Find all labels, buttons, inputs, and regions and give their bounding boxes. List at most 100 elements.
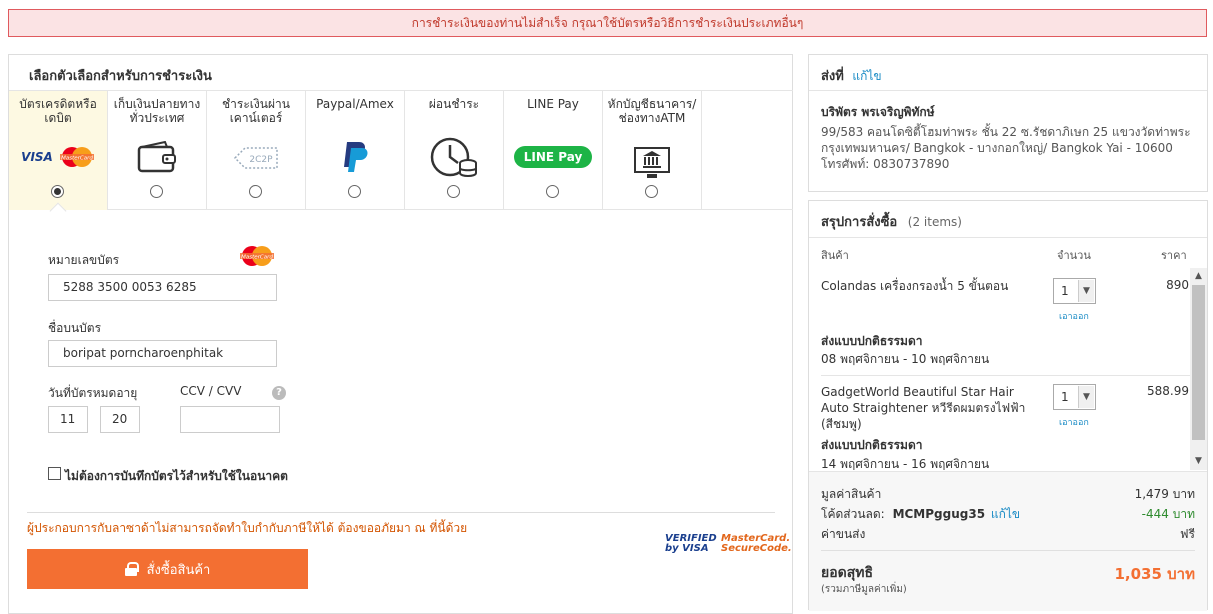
cvv-label: CCV / CVV bbox=[180, 384, 242, 398]
discount-label: โค้ดส่วนลด: bbox=[821, 507, 885, 521]
line-pay-badge: LINE Pay bbox=[513, 146, 593, 168]
radio-line-pay[interactable] bbox=[546, 185, 559, 198]
method-label: ผ่อนชำระ bbox=[428, 97, 480, 111]
quantity-value: 1 bbox=[1061, 284, 1069, 298]
secure-payment-badges: VERIFIED by VISA MasterCard. SecureCode. bbox=[665, 533, 792, 554]
summary-title: สรุปการสั่งซื้อ bbox=[821, 215, 898, 230]
method-label: บัตรเครดิตหรือเดบิต bbox=[19, 97, 97, 125]
cvv-help-icon[interactable]: ? bbox=[272, 386, 286, 400]
shipping-edit-link[interactable]: แก้ไข bbox=[852, 69, 881, 83]
method-label: หักบัญชีธนาคาร/ช่องทางATM bbox=[607, 97, 697, 125]
col-price: ราคา bbox=[1161, 249, 1187, 262]
payment-methods: บัตรเครดิตหรือเดบิต VISA MasterCard เก็บ… bbox=[9, 90, 793, 220]
item-price: 588.99 bbox=[1147, 384, 1189, 398]
shipping-title: ส่งที่ bbox=[821, 69, 844, 84]
place-order-button[interactable]: สั่งซื้อสินค้า bbox=[27, 549, 308, 589]
wallet-icon bbox=[108, 139, 206, 175]
scrollbar-thumb[interactable] bbox=[1192, 285, 1205, 440]
shipping-panel: ส่งที่ แก้ไข บริพัตร พรเจริญพิทักษ์ 99/5… bbox=[808, 54, 1208, 192]
divider bbox=[27, 512, 775, 513]
mastercard-logo: MasterCard bbox=[59, 147, 94, 167]
quantity-value: 1 bbox=[1061, 390, 1069, 404]
remove-item-link[interactable]: เอาออก bbox=[1059, 309, 1089, 323]
card-number-input[interactable]: 5288 3500 0053 6285 bbox=[48, 274, 277, 301]
scroll-down-icon[interactable]: ▼ bbox=[1190, 453, 1207, 470]
visa-logo-text: VISA bbox=[21, 150, 53, 164]
method-credit-card[interactable]: บัตรเครดิตหรือเดบิต VISA MasterCard bbox=[9, 91, 108, 220]
save-card-label: ไม่ต้องการบันทึกบัตรไว้สำหรับใช้ในอนาคต bbox=[65, 469, 288, 483]
payment-panel: เลือกตัวเลือกสำหรับการชำระเงิน บัตรเครดิ… bbox=[8, 54, 793, 614]
save-card-checkbox[interactable] bbox=[48, 467, 61, 480]
item-name: GadgetWorld Beautiful Star Hair Auto Str… bbox=[821, 385, 1026, 431]
order-summary-panel: สรุปการสั่งซื้อ (2 items) สินค้า จำนวน ร… bbox=[808, 200, 1208, 611]
radio-installment[interactable] bbox=[447, 185, 460, 198]
method-counter[interactable]: ชำระเงินผ่านเคาน์เตอร์ 2C2P bbox=[207, 91, 306, 210]
item-ship-mode: ส่งแบบปกติธรรมดา bbox=[821, 334, 923, 348]
cvv-input[interactable] bbox=[180, 406, 280, 433]
discount-code: MCMPggug35 bbox=[892, 507, 986, 521]
subtotal-value: 1,479 บาท bbox=[1134, 487, 1195, 501]
mastercard-securecode-logo: MasterCard. SecureCode. bbox=[721, 533, 792, 554]
quantity-select[interactable]: 1 ▼ bbox=[1053, 384, 1096, 410]
items-scrollbar[interactable]: ▲ ▼ bbox=[1190, 268, 1207, 470]
card-name-label: ชื่อบนบัตร bbox=[48, 321, 102, 335]
col-product: สินค้า bbox=[821, 249, 849, 262]
method-installment[interactable]: ผ่อนชำระ bbox=[405, 91, 504, 210]
radio-paypal[interactable] bbox=[348, 185, 361, 198]
method-bank-atm[interactable]: หักบัญชีธนาคาร/ช่องทางATM bbox=[603, 91, 702, 210]
method-paypal[interactable]: Paypal/Amex bbox=[306, 91, 405, 210]
alert-message: การชำระเงินของท่านไม่สำเร็จ กรุณาใช้บัตร… bbox=[411, 16, 804, 30]
totals-divider bbox=[821, 550, 1195, 551]
item-ship-mode: ส่งแบบปกติธรรมดา bbox=[821, 438, 923, 452]
item-price: 890 bbox=[1166, 278, 1189, 292]
list-item: Colandas เครื่องกรองน้ำ 5 ขั้นตอน 1 ▼ เอ… bbox=[809, 268, 1189, 374]
net-total-value: 1,035 บาท bbox=[1114, 565, 1195, 583]
2c2p-text: 2C2P bbox=[249, 155, 273, 165]
tax-invoice-notice: ผู้ประกอบการกับลาซาด้าไม่สามารถจัดทำใบกำ… bbox=[27, 521, 468, 535]
method-cod[interactable]: เก็บเงินปลายทางทั่วประเทศ bbox=[108, 91, 207, 210]
expiry-label: วันที่บัตรหมดอายุ bbox=[48, 386, 138, 400]
mastercard-logo-text: MasterCard bbox=[61, 156, 93, 162]
payment-title: เลือกตัวเลือกสำหรับการชำระเงิน bbox=[29, 69, 212, 84]
2c2p-icon: 2C2P bbox=[207, 139, 305, 175]
discount-value: -444 บาท bbox=[1141, 507, 1195, 521]
summary-item-count: (2 items) bbox=[907, 215, 962, 229]
mastercard-small-icon: MasterCard bbox=[240, 246, 274, 266]
place-order-label: สั่งซื้อสินค้า bbox=[146, 562, 211, 578]
method-line-pay[interactable]: LINE Pay LINE Pay bbox=[504, 91, 603, 210]
recipient-phone: โทรศัพท์: 0830737890 bbox=[821, 157, 950, 171]
address-line-2: กรุงเทพมหานคร/ Bangkok - บางกอกใหญ่/ Ban… bbox=[821, 141, 1173, 155]
quantity-select[interactable]: 1 ▼ bbox=[1053, 278, 1096, 304]
remove-item-link[interactable]: เอาออก bbox=[1059, 415, 1089, 429]
col-qty: จำนวน bbox=[1057, 249, 1091, 262]
summary-column-headers: สินค้า จำนวน ราคา bbox=[809, 238, 1207, 268]
item-name: Colandas เครื่องกรองน้ำ 5 ขั้นตอน bbox=[821, 279, 1009, 293]
card-name-input[interactable]: boripat porncharoenphitak bbox=[48, 340, 277, 367]
address-line-1: 99/583 คอนโดซิตี้โฮมท่าพระ ชั้น 22 ซ.รัช… bbox=[821, 125, 1191, 139]
discount-edit-link[interactable]: แก้ไข bbox=[991, 507, 1020, 521]
scroll-up-icon[interactable]: ▲ bbox=[1190, 268, 1207, 285]
method-label: LINE Pay bbox=[527, 97, 579, 111]
radio-counter[interactable] bbox=[249, 185, 262, 198]
summary-items-list: Colandas เครื่องกรองน้ำ 5 ขั้นตอน 1 ▼ เอ… bbox=[809, 268, 1207, 470]
method-label: Paypal/Amex bbox=[316, 97, 394, 111]
lock-icon bbox=[124, 562, 139, 576]
expiry-month-input[interactable]: 11 bbox=[48, 406, 88, 433]
discount-row: โค้ดส่วนลด: MCMPggug35 แก้ไข -444 บาท bbox=[821, 505, 1195, 524]
net-total-label: ยอดสุทธิ bbox=[821, 565, 874, 581]
visa-mastercard-icon: VISA MasterCard bbox=[9, 139, 107, 175]
shipping-header: ส่งที่ แก้ไข bbox=[809, 55, 1207, 91]
recipient-name: บริพัตร พรเจริญพิทักษ์ bbox=[821, 105, 935, 119]
line-pay-icon: LINE Pay bbox=[504, 139, 602, 175]
subtotal-label: มูลค่าสินค้า bbox=[821, 487, 882, 501]
item-ship-date: 14 พฤศจิกายน - 16 พฤศจิกายน bbox=[821, 457, 990, 470]
method-label: ชำระเงินผ่านเคาน์เตอร์ bbox=[222, 97, 290, 125]
mastercard-small-text: MasterCard bbox=[241, 255, 273, 261]
radio-bank-atm[interactable] bbox=[645, 185, 658, 198]
clock-coins-icon bbox=[405, 137, 503, 177]
summary-header: สรุปการสั่งซื้อ (2 items) bbox=[809, 201, 1207, 238]
radio-credit-card[interactable] bbox=[51, 185, 64, 198]
radio-cod[interactable] bbox=[150, 185, 163, 198]
expiry-year-input[interactable]: 20 bbox=[100, 406, 140, 433]
summary-totals: มูลค่าสินค้า 1,479 บาท โค้ดส่วนลด: MCMPg… bbox=[809, 471, 1207, 611]
